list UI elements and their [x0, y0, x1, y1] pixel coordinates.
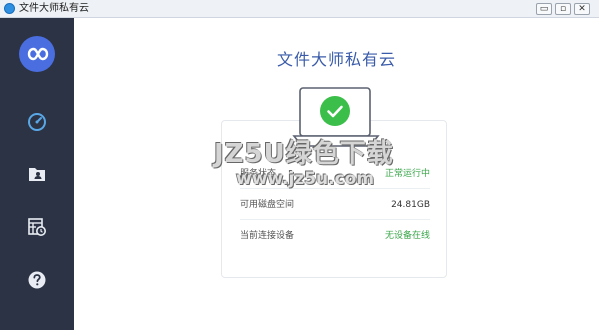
help-question-icon	[28, 271, 46, 289]
main-panel: 文件大师私有云 服务状态 正常运行中 可用磁盘空间 24.81GB 当前连接设备…	[74, 18, 599, 330]
status-row-disk: 可用磁盘空间 24.81GB	[240, 190, 430, 220]
devices-value: 无设备在线	[384, 231, 430, 241]
dashboard-gauge-icon	[28, 113, 46, 131]
minimize-button[interactable]: ▭	[536, 3, 552, 15]
status-row-devices: 当前连接设备 无设备在线	[240, 221, 430, 251]
sidebar-item-schedule[interactable]	[22, 212, 52, 242]
check-circle-icon	[320, 96, 350, 126]
sidebar-item-dashboard[interactable]	[22, 107, 52, 137]
page-title: 文件大师私有云	[276, 50, 396, 69]
devices-label: 当前连接设备	[240, 231, 295, 241]
sidebar	[0, 18, 74, 330]
folder-user-icon	[29, 168, 45, 181]
disk-space-value: 24.81GB	[391, 200, 430, 210]
window-titlebar: 文件大师私有云 ▭ ▫ ✕	[0, 0, 599, 18]
sidebar-item-files[interactable]	[22, 159, 52, 189]
window-title: 文件大师私有云	[19, 3, 89, 14]
maximize-button[interactable]: ▫	[555, 3, 571, 15]
disk-space-label: 可用磁盘空间	[240, 200, 295, 210]
service-status-label: 服务状态	[240, 169, 277, 179]
table-clock-icon	[28, 218, 46, 236]
close-button[interactable]: ✕	[574, 3, 590, 15]
app-logo-icon	[4, 3, 15, 14]
sidebar-item-help[interactable]	[22, 265, 52, 295]
laptop-status-illustration	[292, 86, 392, 166]
infinity-icon[interactable]	[19, 36, 55, 72]
